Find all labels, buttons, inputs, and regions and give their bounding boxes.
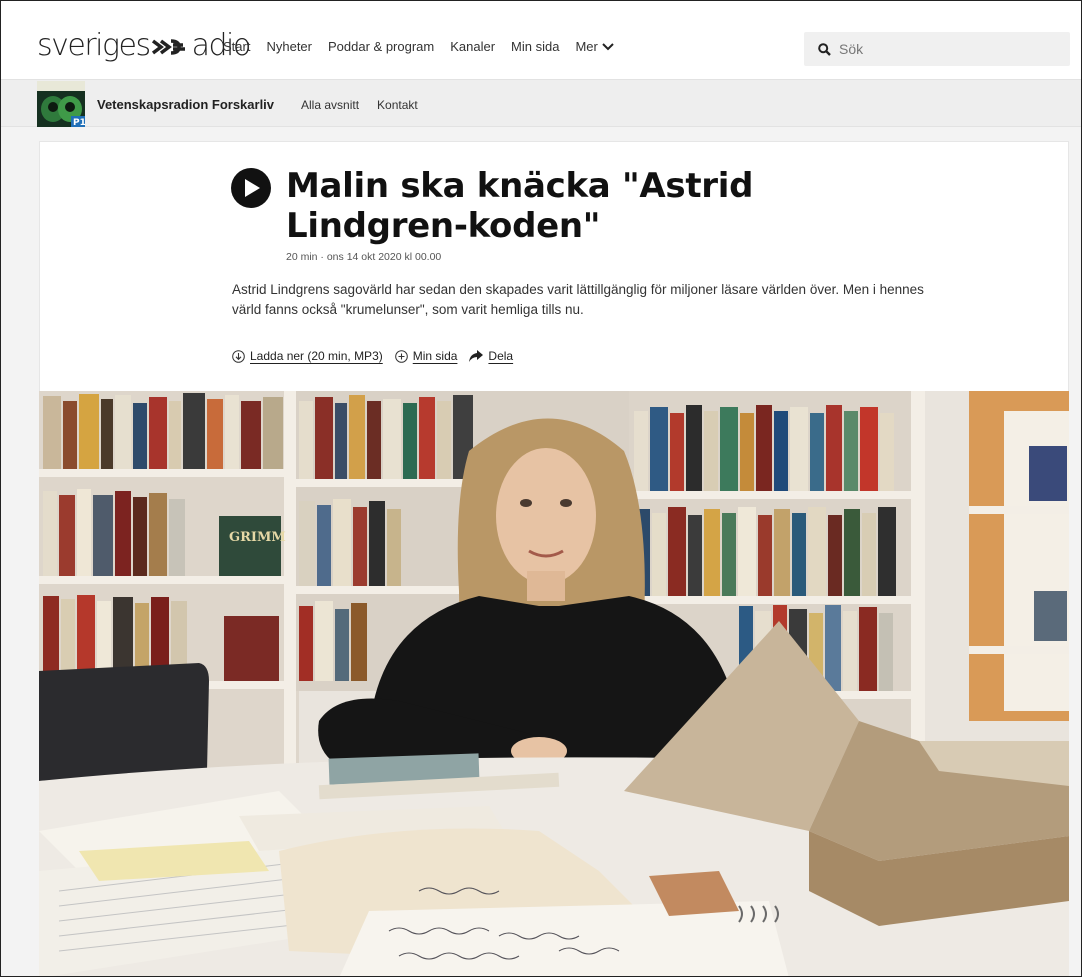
program-thumbnail[interactable]: P1 (37, 81, 85, 127)
episode-description: Astrid Lindgrens sagovärld har sedan den… (232, 282, 924, 317)
episode-image: GRIMM (39, 391, 1069, 976)
top-navigation: sveriges adio Start Nyheter Poddar & prog… (1, 1, 1081, 79)
play-button[interactable] (231, 168, 271, 208)
sveriges-radio-logo[interactable]: sveriges adio (37, 28, 251, 63)
main-nav: Start Nyheter Poddar & program Kanaler M… (223, 39, 614, 54)
browser-frame: sveriges adio Start Nyheter Poddar & prog… (0, 0, 1082, 977)
nav-more[interactable]: Mer (575, 39, 614, 54)
search-box[interactable] (804, 32, 1070, 66)
nav-nyheter[interactable]: Nyheter (266, 39, 312, 54)
search-icon (818, 42, 831, 56)
download-button[interactable]: Ladda ner (20 min, MP3) (232, 349, 383, 363)
chevron-down-icon (602, 42, 614, 50)
link-alla-avsnitt[interactable]: Alla avsnitt (301, 98, 359, 112)
link-kontakt[interactable]: Kontakt (377, 98, 418, 112)
download-icon (232, 349, 245, 363)
p1-badge: P1 (73, 118, 85, 127)
search-input[interactable] (839, 41, 1049, 57)
share-arrow-icon (469, 350, 484, 362)
episode-actions: Ladda ner (20 min, MP3) Min sida Dela (232, 349, 513, 363)
my-page-label: Min sida (412, 349, 458, 363)
program-links: Alla avsnitt Kontakt (301, 98, 418, 112)
plus-circle-icon (394, 349, 408, 363)
add-to-my-page-button[interactable]: Min sida (394, 349, 458, 363)
program-name[interactable]: Vetenskapsradion Forskarliv (97, 97, 274, 112)
nav-poddar-program[interactable]: Poddar & program (328, 39, 434, 54)
download-label: Ladda ner (20 min, MP3) (250, 349, 383, 363)
share-label: Dela (488, 349, 514, 363)
nav-start[interactable]: Start (223, 39, 250, 54)
episode-meta: 20 min · ons 14 okt 2020 kl 00.00 (286, 251, 442, 263)
episode-title: Malin ska knäcka "Astrid Lindgren-koden" (286, 166, 754, 246)
logo-text-left: sveriges (37, 28, 151, 63)
program-bar: P1 Vetenskapsradion Forskarliv Alla avsn… (1, 79, 1081, 127)
share-button[interactable]: Dela (469, 349, 513, 363)
episode-photo: GRIMM (39, 391, 1069, 976)
nav-kanaler[interactable]: Kanaler (450, 39, 495, 54)
nav-more-label: Mer (575, 39, 598, 54)
play-icon (245, 179, 260, 197)
grimm-book-label: GRIMM (229, 530, 286, 545)
program-artwork-image: P1 (37, 81, 85, 127)
nav-min-sida[interactable]: Min sida (511, 39, 559, 54)
logo-mark-icon (151, 39, 185, 55)
